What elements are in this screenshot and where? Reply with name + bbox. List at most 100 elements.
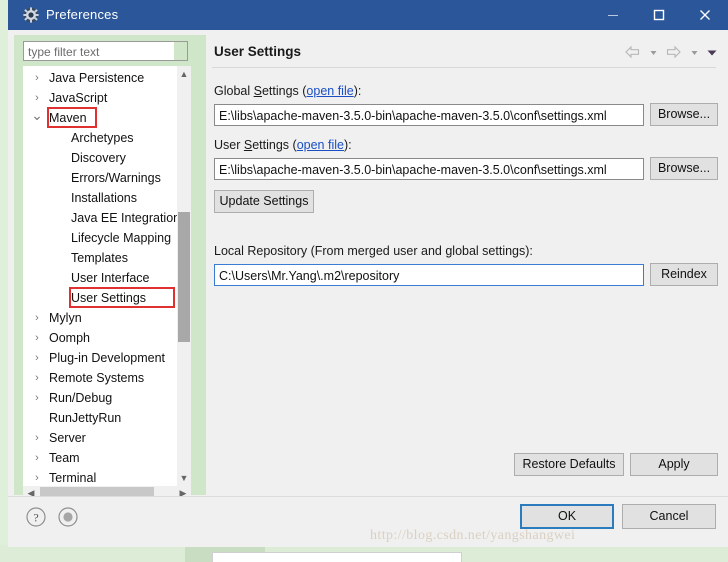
- reindex-button[interactable]: Reindex: [650, 263, 718, 286]
- preferences-tree[interactable]: › Java Persistence › JavaScript ⌄ Maven Archet…: [23, 66, 191, 486]
- global-settings-browse-button[interactable]: Browse...: [650, 103, 718, 126]
- sidebar-item-mylyn[interactable]: › Mylyn: [23, 308, 177, 328]
- global-settings-label-end: ):: [353, 84, 362, 98]
- filter-input[interactable]: type filter text: [23, 41, 187, 61]
- filter-placeholder: type filter text: [28, 45, 100, 59]
- sidebar-item-maven[interactable]: ⌄ Maven: [23, 108, 177, 128]
- sidebar-item-user-interface[interactable]: User Interface: [23, 268, 177, 288]
- sidebar-item-label: JavaScript: [49, 91, 108, 105]
- sidebar-item-remote-systems[interactable]: › Remote Systems: [23, 368, 177, 388]
- sidebar-item-label: Discovery: [71, 151, 126, 165]
- sidebar-item-run-debug[interactable]: › Run/Debug: [23, 388, 177, 408]
- sidebar-item-label: Java EE Integration: [71, 211, 177, 225]
- content-panel: User Settings Global Settings (open file…: [206, 35, 722, 495]
- ok-button[interactable]: OK: [520, 504, 614, 529]
- user-settings-input[interactable]: E:\libs\apache-maven-3.5.0-bin\apache-ma…: [214, 158, 644, 180]
- view-menu-chevron-down-icon[interactable]: [706, 45, 718, 64]
- local-repository-value: C:\Users\Mr.Yang\.m2\repository: [219, 269, 400, 283]
- page-title: User Settings: [214, 44, 302, 59]
- chevron-right-icon[interactable]: ›: [31, 348, 43, 368]
- sidebar-item-templates[interactable]: Templates: [23, 248, 177, 268]
- sidebar-item-java-persistence[interactable]: › Java Persistence: [23, 68, 177, 88]
- sidebar-item-java-ee-integration[interactable]: Java EE Integration: [23, 208, 177, 228]
- chevron-up-icon[interactable]: ▲: [177, 66, 191, 82]
- user-settings-label-end: ):: [343, 138, 352, 152]
- filter-input-cap: [174, 41, 188, 61]
- navigation-toolbar: [621, 45, 718, 63]
- sidebar-item-label: Templates: [71, 251, 128, 265]
- apply-button[interactable]: Apply: [630, 453, 718, 476]
- forward-menu-chevron-down-icon[interactable]: [690, 45, 699, 64]
- tree-items-container: › Java Persistence › JavaScript ⌄ Maven Archet…: [23, 66, 177, 486]
- chevron-right-icon[interactable]: ›: [31, 88, 43, 108]
- global-settings-label-suffix: ettings (: [261, 84, 307, 98]
- sidebar-item-terminal[interactable]: › Terminal: [23, 468, 177, 486]
- local-repository-input[interactable]: C:\Users\Mr.Yang\.m2\repository: [214, 264, 644, 286]
- chevron-down-icon[interactable]: ▼: [177, 470, 191, 486]
- window-title: Preferences: [46, 7, 119, 22]
- sidebar-item-server[interactable]: › Server: [23, 428, 177, 448]
- local-repository-label: Local Repository (From merged user and g…: [214, 244, 533, 258]
- gear-icon: [23, 7, 39, 23]
- sidebar-item-label: Archetypes: [71, 131, 134, 145]
- chevron-right-icon[interactable]: ›: [31, 308, 43, 328]
- sidebar-item-javascript[interactable]: › JavaScript: [23, 88, 177, 108]
- sidebar-item-label: Server: [49, 431, 86, 445]
- sidebar-item-label: User Settings: [71, 291, 147, 305]
- user-settings-open-file-link[interactable]: open file: [297, 138, 344, 152]
- sidebar-panel: type filter text › Java Persistence › JavaS…: [14, 35, 200, 500]
- sidebar-item-errors-warnings[interactable]: Errors/Warnings: [23, 168, 177, 188]
- sidebar-item-oomph[interactable]: › Oomph: [23, 328, 177, 348]
- restore-defaults-button[interactable]: Restore Defaults: [514, 453, 624, 476]
- sidebar-item-label: Terminal: [49, 471, 97, 485]
- minimize-button[interactable]: [590, 0, 636, 30]
- global-settings-input[interactable]: E:\libs\apache-maven-3.5.0-bin\apache-ma…: [214, 104, 644, 126]
- tree-vertical-scrollbar[interactable]: ▲ ▼: [177, 66, 191, 486]
- background-bottom-card: [212, 552, 462, 562]
- screenshot-root: Preferences type filter text › Java Pers…: [0, 0, 728, 562]
- chevron-right-icon[interactable]: ›: [31, 448, 43, 468]
- sidebar-item-label: RunJettyRun: [49, 411, 122, 425]
- cancel-button[interactable]: Cancel: [622, 504, 716, 529]
- sidebar-item-label: Remote Systems: [49, 371, 145, 385]
- sidebar-item-archetypes[interactable]: Archetypes: [23, 128, 177, 148]
- user-settings-label-suffix: ettings (: [252, 138, 297, 152]
- scroll-thumb[interactable]: [178, 212, 190, 342]
- sidebar-item-label: Lifecycle Mapping: [71, 231, 172, 245]
- chevron-down-icon[interactable]: ⌄: [31, 108, 43, 128]
- chevron-right-icon[interactable]: ›: [31, 428, 43, 448]
- chevron-right-icon[interactable]: ›: [31, 368, 43, 388]
- chevron-right-icon[interactable]: ›: [31, 328, 43, 348]
- dialog-body: type filter text › Java Persistence › JavaS…: [8, 30, 728, 500]
- sidebar-item-runjettyrun[interactable]: RunJettyRun: [23, 408, 177, 428]
- sidebar-item-label: Plug-in Development: [49, 351, 166, 365]
- sidebar-item-lifecycle-mapping[interactable]: Lifecycle Mapping: [23, 228, 177, 248]
- global-settings-value: E:\libs\apache-maven-3.5.0-bin\apache-ma…: [219, 109, 607, 123]
- chevron-right-icon[interactable]: ›: [31, 68, 43, 88]
- forward-arrow-icon[interactable]: [665, 45, 682, 64]
- chevron-right-icon[interactable]: ›: [31, 388, 43, 408]
- chevron-right-icon[interactable]: ›: [31, 468, 43, 486]
- sidebar-item-plug-in-development[interactable]: › Plug-in Development: [23, 348, 177, 368]
- svg-text:?: ?: [33, 511, 38, 525]
- sidebar-item-installations[interactable]: Installations: [23, 188, 177, 208]
- sidebar-item-label: Mylyn: [49, 311, 82, 325]
- title-bar: Preferences: [8, 0, 728, 30]
- back-arrow-icon[interactable]: [624, 45, 641, 64]
- user-settings-browse-button[interactable]: Browse...: [650, 157, 718, 180]
- close-button[interactable]: [682, 0, 728, 30]
- question-mark-icon[interactable]: ?: [25, 506, 47, 528]
- sidebar-item-label: User Interface: [71, 271, 150, 285]
- update-settings-button[interactable]: Update Settings: [214, 190, 314, 213]
- global-settings-accel: S: [253, 84, 262, 98]
- sidebar-item-team[interactable]: › Team: [23, 448, 177, 468]
- sidebar-item-label: Run/Debug: [49, 391, 113, 405]
- user-settings-label-prefix: User: [214, 138, 244, 152]
- sidebar-item-user-settings[interactable]: User Settings: [23, 288, 177, 308]
- back-menu-chevron-down-icon[interactable]: [649, 45, 658, 64]
- sidebar-item-label: Errors/Warnings: [71, 171, 161, 185]
- sidebar-item-discovery[interactable]: Discovery: [23, 148, 177, 168]
- maximize-button[interactable]: [636, 0, 682, 30]
- global-settings-open-file-link[interactable]: open file: [306, 84, 353, 98]
- circle-icon[interactable]: [57, 506, 79, 528]
